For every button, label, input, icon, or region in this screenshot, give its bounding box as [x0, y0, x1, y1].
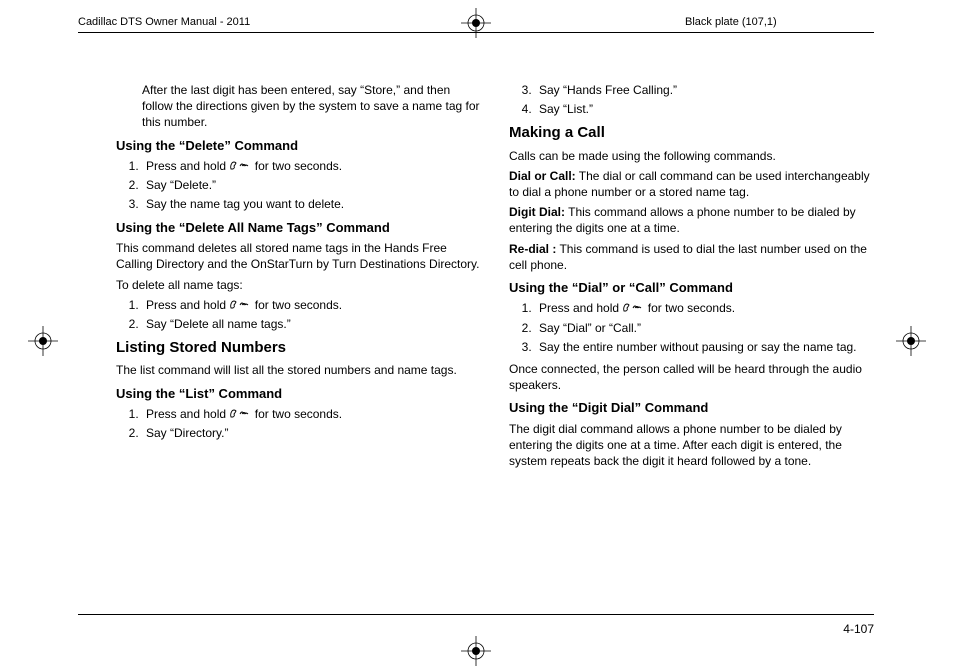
- dial-after-para: Once connected, the person called will b…: [509, 361, 874, 393]
- header-left-text: Cadillac DTS Owner Manual - 2011: [78, 16, 250, 28]
- step-text-post: for two seconds.: [255, 159, 342, 173]
- list-item: Press and hold for two seconds.: [142, 406, 481, 422]
- step-text-post: for two seconds.: [648, 301, 735, 315]
- listing-paragraph: The list command will list all the store…: [116, 362, 481, 378]
- heading-delete-all: Using the “Delete All Name Tags” Command: [116, 219, 481, 237]
- registration-mark-icon: [461, 8, 491, 38]
- list-item: Press and hold for two seconds.: [142, 158, 481, 174]
- step-text-post: for two seconds.: [255, 407, 342, 421]
- heading-making-call: Making a Call: [509, 123, 874, 143]
- heading-delete-command: Using the “Delete” Command: [116, 137, 481, 155]
- continued-steps: Say “Hands Free Calling.” Say “List.”: [509, 82, 874, 117]
- column-left: After the last digit has been entered, s…: [116, 78, 481, 474]
- list-item: Press and hold for two seconds.: [535, 300, 874, 316]
- list-item: Say the entire number without pausing or…: [535, 339, 874, 355]
- heading-list-command: Using the “List” Command: [116, 385, 481, 403]
- making-call-para: Calls can be made using the following co…: [509, 148, 874, 164]
- dial-or-call-desc: Dial or Call: The dial or call command c…: [509, 168, 874, 200]
- phone-voice-icon: [229, 407, 251, 421]
- dial-steps: Press and hold for two seconds. Say “Dia…: [509, 300, 874, 355]
- phone-voice-icon: [229, 159, 251, 173]
- phone-voice-icon: [622, 301, 644, 315]
- registration-mark-icon: [896, 326, 926, 356]
- delete-all-lead: To delete all name tags:: [116, 277, 481, 293]
- digit-dial-label: Digit Dial:: [509, 205, 565, 219]
- step-text-pre: Press and hold: [146, 407, 229, 421]
- list-item: Say “Directory.”: [142, 425, 481, 441]
- list-item: Say “Delete all name tags.”: [142, 316, 481, 332]
- registration-mark-icon: [461, 636, 491, 666]
- list-item: Press and hold for two seconds.: [142, 297, 481, 313]
- step-text-pre: Press and hold: [146, 159, 229, 173]
- step-text-pre: Press and hold: [539, 301, 622, 315]
- dial-or-call-label: Dial or Call:: [509, 169, 576, 183]
- list-item: Say “Dial” or “Call.”: [535, 320, 874, 336]
- heading-listing-stored: Listing Stored Numbers: [116, 338, 481, 358]
- header-right-text: Black plate (107,1): [685, 16, 777, 28]
- step-text-post: for two seconds.: [255, 298, 342, 312]
- list-item: Say “List.”: [535, 101, 874, 117]
- delete-all-paragraph: This command deletes all stored name tag…: [116, 240, 481, 272]
- registration-mark-icon: [28, 326, 58, 356]
- phone-voice-icon: [229, 298, 251, 312]
- list-item: Say the name tag you want to delete.: [142, 196, 481, 212]
- delete-all-steps: Press and hold for two seconds. Say “Del…: [116, 297, 481, 332]
- redial-text: This command is used to dial the last nu…: [509, 242, 867, 272]
- redial-desc: Re-dial : This command is used to dial t…: [509, 241, 874, 273]
- step-text-pre: Press and hold: [146, 298, 229, 312]
- list-item: Say “Hands Free Calling.”: [535, 82, 874, 98]
- intro-paragraph: After the last digit has been entered, s…: [142, 82, 481, 131]
- page-number: 4-107: [843, 622, 874, 636]
- heading-dial-call-command: Using the “Dial” or “Call” Command: [509, 279, 874, 297]
- footer-rule: [78, 614, 874, 615]
- digit-dial-para: The digit dial command allows a phone nu…: [509, 421, 874, 470]
- list-item: Say “Delete.”: [142, 177, 481, 193]
- manual-page: Cadillac DTS Owner Manual - 2011 Black p…: [0, 0, 954, 668]
- redial-label: Re-dial :: [509, 242, 556, 256]
- list-steps: Press and hold for two seconds. Say “Dir…: [116, 406, 481, 441]
- content-columns: After the last digit has been entered, s…: [116, 78, 874, 474]
- heading-digit-dial-command: Using the “Digit Dial” Command: [509, 399, 874, 417]
- column-right: Say “Hands Free Calling.” Say “List.” Ma…: [509, 78, 874, 474]
- digit-dial-desc: Digit Dial: This command allows a phone …: [509, 204, 874, 236]
- delete-steps: Press and hold for two seconds. Say “Del…: [116, 158, 481, 213]
